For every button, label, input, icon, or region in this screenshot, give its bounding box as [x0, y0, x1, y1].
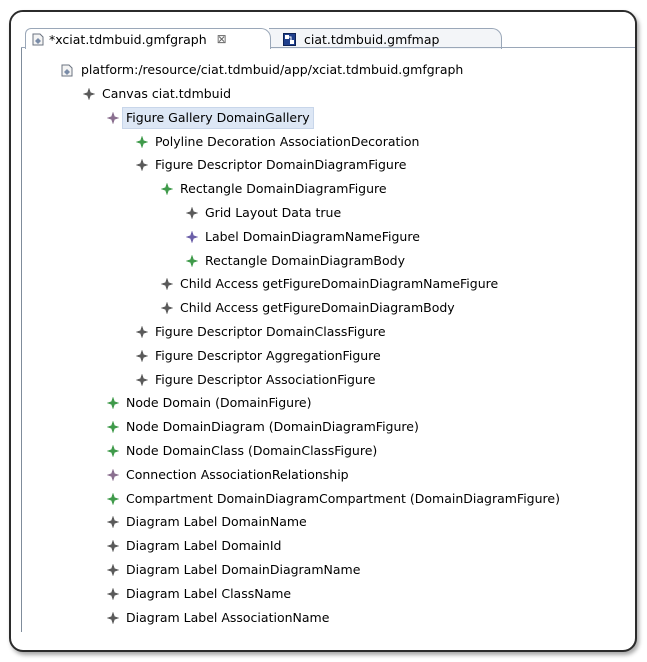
- tree-item[interactable]: Rectangle DomainDiagramBody: [186, 249, 405, 273]
- tree-item[interactable]: Rectangle DomainDiagramFigure: [161, 177, 387, 201]
- tree-item[interactable]: Diagram Label ClassName: [107, 582, 291, 606]
- tree-item[interactable]: Figure Descriptor AggregationFigure: [136, 344, 381, 368]
- tree-item[interactable]: Polyline Decoration AssociationDecoratio…: [136, 130, 419, 154]
- diamond-green-icon: [161, 183, 173, 196]
- tree-item-label: Diagram Label ClassName: [126, 585, 292, 601]
- diamond-green-icon: [107, 397, 119, 410]
- tree-item[interactable]: Node DomainDiagram (DomainDiagramFigure): [107, 415, 419, 439]
- tree-item-label: Connection AssociationRelationship: [126, 466, 349, 482]
- tree-item-label: Label DomainDiagramNameFigure: [205, 228, 420, 244]
- diamond-gray-icon: [107, 540, 119, 553]
- tree-item-label: Node DomainClass (DomainClassFigure): [126, 443, 378, 458]
- tree-item-label: Node Domain (DomainFigure): [126, 395, 312, 411]
- tree-item[interactable]: Diagram Label DomainDiagramName: [107, 558, 360, 582]
- tree-item-label: Figure Gallery DomainGallery: [122, 106, 314, 129]
- tab-gmfgraph[interactable]: *xciat.tdmbuid.gmfgraph ⊠: [25, 28, 271, 49]
- tree-item[interactable]: Diagram Label DomainName: [107, 510, 307, 534]
- tree-item-label: Diagram Label DomainId: [126, 538, 282, 554]
- tree-item[interactable]: Node DomainClass (DomainClassFigure): [107, 439, 377, 463]
- tree-item-label: Rectangle DomainDiagramFigure: [180, 181, 387, 197]
- tree-item[interactable]: Grid Layout Data true: [186, 201, 341, 225]
- tree-item-label: Child Access getFigureDomainDiagramBody: [180, 300, 455, 316]
- close-icon[interactable]: ⊠: [217, 32, 227, 46]
- tree-item-label: Grid Layout Data true: [205, 205, 342, 220]
- tree-item-label: Figure Descriptor AggregationFigure: [155, 347, 381, 363]
- diamond-purple-icon: [186, 230, 198, 243]
- tree-item[interactable]: Node Domain (DomainFigure): [107, 391, 312, 415]
- diamond-green-icon: [186, 254, 198, 267]
- diamond-gray-icon: [107, 564, 119, 576]
- tree-item[interactable]: Compartment DomainDiagramCompartment (Do…: [107, 487, 560, 511]
- editor-window: *xciat.tdmbuid.gmfgraph ⊠ ciat.tdmbuid.g…: [9, 10, 637, 652]
- diamond-mauve-icon: [107, 468, 119, 481]
- diamond-mauve-icon: [107, 111, 119, 124]
- diamond-gray-icon: [107, 587, 119, 600]
- tree-item[interactable]: Figure Gallery DomainGallery: [107, 106, 314, 130]
- tree-item-label: Child Access getFigureDomainDiagramNameF…: [180, 276, 499, 292]
- tree-item-label: Compartment DomainDiagramCompartment (Do…: [126, 490, 560, 506]
- diamond-gray-icon: [186, 207, 198, 219]
- tree-root-label: platform:/resource/ciat.tdmbuid/app/xcia…: [81, 62, 464, 77]
- tree-item[interactable]: Diagram Label AssociationName: [107, 606, 329, 630]
- tree-item-label: Rectangle DomainDiagramBody: [205, 252, 405, 268]
- tree-item-label: Figure Descriptor DomainDiagramFigure: [155, 157, 407, 173]
- gmfgraph-file-icon: [32, 33, 44, 45]
- diamond-green-icon: [136, 135, 148, 148]
- tab-label: *xciat.tdmbuid.gmfgraph: [49, 31, 207, 47]
- tree-item[interactable]: Figure Descriptor AssociationFigure: [136, 368, 375, 392]
- tree-item-label: Polyline Decoration AssociationDecoratio…: [155, 133, 420, 149]
- resource-file-icon: [61, 64, 73, 76]
- diamond-gray-icon: [136, 373, 148, 386]
- diamond-gray-icon: [161, 278, 173, 291]
- tree-item[interactable]: Connection AssociationRelationship: [107, 463, 349, 487]
- diamond-gray-icon: [107, 611, 119, 624]
- tree-item[interactable]: Child Access getFigureDomainDiagramBody: [161, 296, 455, 320]
- tree-item[interactable]: Child Access getFigureDomainDiagramNameF…: [161, 272, 498, 296]
- diamond-gray-icon: [136, 159, 148, 172]
- tree-item-label: Diagram Label DomainDiagramName: [126, 562, 361, 577]
- tree-item[interactable]: Label DomainDiagramNameFigure: [186, 225, 420, 249]
- diamond-gray-icon: [136, 326, 148, 338]
- diamond-green-icon: [107, 492, 119, 505]
- resource-tree: platform:/resource/ciat.tdmbuid/app/xcia…: [11, 12, 635, 650]
- tree-item-label: Diagram Label DomainName: [126, 514, 307, 530]
- diamond-green-icon: [107, 421, 119, 434]
- tree-item[interactable]: Canvas ciat.tdmbuid: [83, 82, 231, 106]
- diamond-green-icon: [107, 445, 119, 457]
- diamond-gray-icon: [83, 88, 95, 100]
- tree-item-label: Canvas ciat.tdmbuid: [102, 86, 232, 101]
- tree-item-label: Node DomainDiagram (DomainDiagramFigure): [126, 419, 419, 435]
- diamond-gray-icon: [107, 516, 119, 529]
- diamond-gray-icon: [161, 302, 173, 315]
- tree-item[interactable]: Diagram Label DomainId: [107, 534, 281, 558]
- diamond-gray-icon: [136, 349, 148, 362]
- tree-item-label: Diagram Label AssociationName: [126, 609, 330, 625]
- tree-root[interactable]: platform:/resource/ciat.tdmbuid/app/xcia…: [61, 58, 463, 82]
- tree-item[interactable]: Figure Descriptor DomainClassFigure: [136, 320, 386, 344]
- tree-item-label: Figure Descriptor DomainClassFigure: [155, 324, 386, 339]
- tree-item[interactable]: Figure Descriptor DomainDiagramFigure: [136, 153, 406, 177]
- tree-item-label: Figure Descriptor AssociationFigure: [155, 371, 376, 387]
